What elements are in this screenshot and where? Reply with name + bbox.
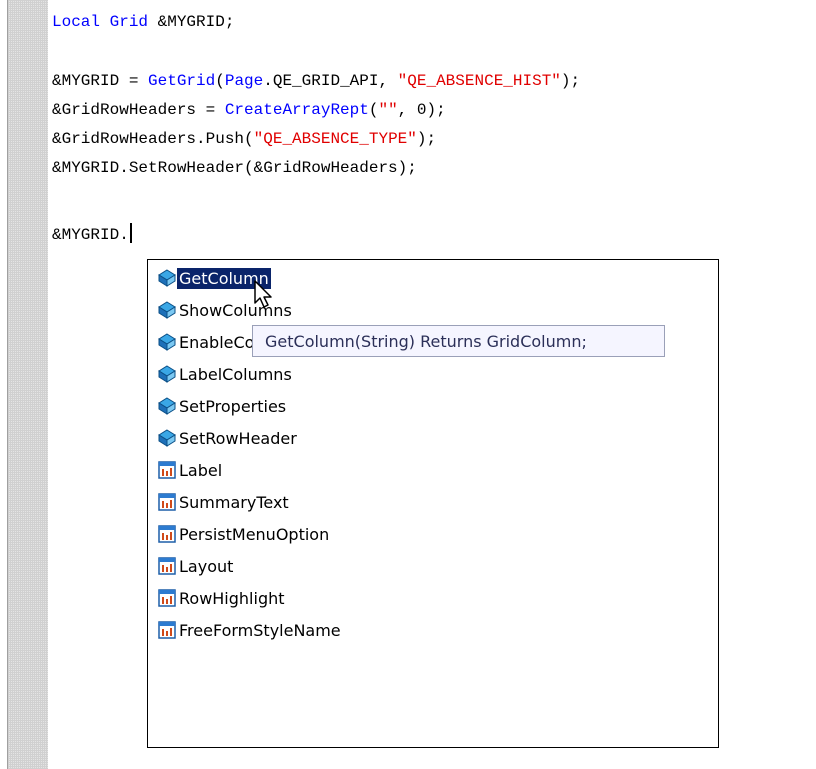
code-text: ); <box>416 130 437 148</box>
property-icon <box>157 556 177 576</box>
code-text: &MYGRID; <box>148 13 235 31</box>
code-text: ( <box>215 72 225 90</box>
tooltip-text: GetColumn(String) Returns GridColumn; <box>265 331 587 351</box>
code-line[interactable]: &MYGRID = GetGrid(Page.QE_GRID_API, "QE_… <box>52 70 580 92</box>
autocomplete-item-label: SetProperties <box>179 396 287 416</box>
code-string: "QE_ABSENCE_TYPE" <box>253 130 417 148</box>
code-line[interactable]: &MYGRID. <box>52 223 132 245</box>
code-keyword: Local Grid <box>52 13 149 31</box>
code-text: .QE_GRID_API, <box>263 72 398 90</box>
code-string: "QE_ABSENCE_HIST" <box>397 72 561 90</box>
autocomplete-item-label: SetRowHeader <box>179 428 297 448</box>
code-keyword: CreateArrayRept <box>224 101 369 119</box>
autocomplete-item[interactable]: FreeFormStyleName <box>157 617 343 643</box>
code-text: &GridRowHeaders = <box>52 101 225 119</box>
autocomplete-item-label: FreeFormStyleName <box>179 620 341 640</box>
autocomplete-item[interactable]: Label <box>157 457 224 483</box>
mouse-pointer-icon <box>254 280 272 308</box>
code-text: &MYGRID.SetRowHeader(&GridRowHeaders); <box>52 159 417 177</box>
method-icon <box>157 364 177 384</box>
code-text: , 0); <box>397 101 446 119</box>
code-text: &MYGRID. <box>52 226 129 244</box>
autocomplete-item[interactable]: LabelColumns <box>157 361 294 387</box>
code-text: ); <box>560 72 581 90</box>
property-icon <box>157 524 177 544</box>
method-icon <box>157 268 177 288</box>
code-line[interactable]: &GridRowHeaders.Push("QE_ABSENCE_TYPE"); <box>52 128 436 150</box>
method-icon <box>157 396 177 416</box>
property-icon <box>157 492 177 512</box>
text-caret <box>129 223 132 243</box>
autocomplete-item-label: LabelColumns <box>179 364 292 384</box>
editor-border <box>0 0 8 769</box>
code-area[interactable]: Local Grid &MYGRID; &MYGRID = GetGrid(Pa… <box>52 0 816 244</box>
autocomplete-item-label: RowHighlight <box>179 588 285 608</box>
autocomplete-item[interactable]: RowHighlight <box>157 585 287 611</box>
property-icon <box>157 588 177 608</box>
autocomplete-item[interactable]: PersistMenuOption <box>157 521 331 547</box>
code-line[interactable]: &GridRowHeaders = CreateArrayRept("", 0)… <box>52 99 446 121</box>
code-line[interactable]: Local Grid &MYGRID; <box>52 11 234 33</box>
autocomplete-item[interactable]: Layout <box>157 553 235 579</box>
autocomplete-item[interactable]: SummaryText <box>157 489 291 515</box>
autocomplete-item-label: SummaryText <box>179 492 289 512</box>
code-keyword: Page <box>224 72 264 90</box>
method-icon <box>157 300 177 320</box>
code-text: &GridRowHeaders.Push( <box>52 130 254 148</box>
method-icon <box>157 332 177 352</box>
autocomplete-item-label: PersistMenuOption <box>179 524 330 544</box>
code-keyword: GetGrid <box>148 72 216 90</box>
code-string: "" <box>378 101 398 119</box>
autocomplete-item[interactable]: SetRowHeader <box>157 425 299 451</box>
editor-gutter <box>8 0 48 769</box>
autocomplete-item-label: Label <box>179 460 223 480</box>
property-icon <box>157 620 177 640</box>
code-line[interactable]: &MYGRID.SetRowHeader(&GridRowHeaders); <box>52 157 417 179</box>
method-icon <box>157 428 177 448</box>
property-icon <box>157 460 177 480</box>
signature-tooltip: GetColumn(String) Returns GridColumn; <box>252 325 665 357</box>
autocomplete-item[interactable]: SetProperties <box>157 393 288 419</box>
autocomplete-item-label: Layout <box>179 556 234 576</box>
code-text: &MYGRID = <box>52 72 149 90</box>
